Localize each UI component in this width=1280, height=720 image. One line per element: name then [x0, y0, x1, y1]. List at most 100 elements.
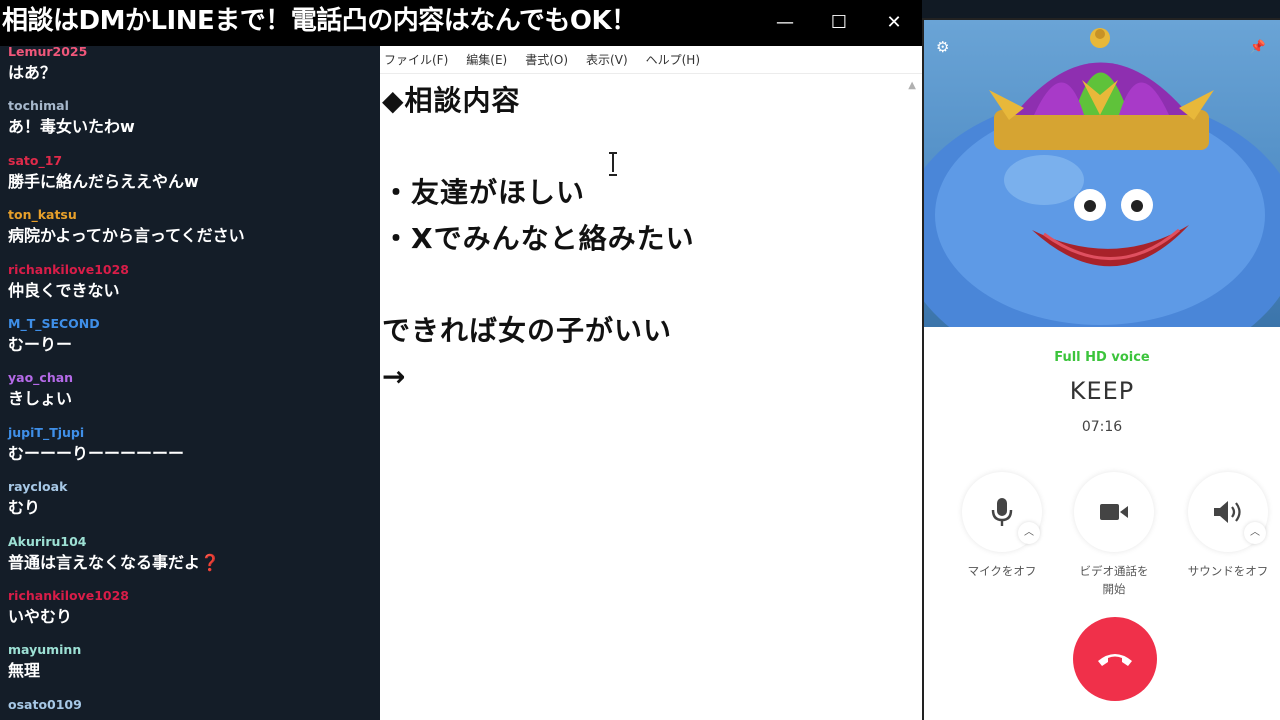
chat-message-list: Lemur2025 はあ？ tochimal あ！毒女いたわw sato_17 勝手に絡ん… — [0, 38, 380, 720]
contact-name: KEEP — [1069, 377, 1135, 405]
chat-text-body: あ！毒女いたわw — [8, 117, 135, 137]
title-bar: 相談はDMかLINEまで！電話凸の内容はなんでもOK！ — ☐ ✕ — [0, 0, 922, 46]
call-info: Full HD voice KEEP 07:16 — [924, 350, 1280, 435]
chat-text-body: 勝手に絡んだらええやんw — [8, 171, 199, 191]
chat-text-body: 仲良くできない — [8, 280, 120, 300]
doc-line-blank — [382, 124, 922, 170]
video-camera-icon — [1100, 504, 1128, 520]
menu-file[interactable]: ファイル(F) — [384, 51, 448, 68]
doc-line-arrow: → — [382, 360, 407, 393]
chat-text-body: むーーーりーーーーーー — [8, 443, 185, 463]
scroll-up-arrow-icon[interactable]: ▲ — [908, 80, 916, 91]
microphone-icon — [991, 498, 1013, 526]
pin-icon[interactable]: 📌 — [1250, 40, 1266, 55]
chevron-up-icon[interactable]: ︿ — [1244, 522, 1266, 544]
doc-line-item: ・友達がほしい — [382, 176, 586, 209]
mute-sound-label: サウンドをオフ — [1187, 564, 1269, 578]
chat-text-body: 無理 — [8, 661, 41, 681]
chat-text-body: 病院かよってから言ってください — [8, 226, 245, 246]
hd-voice-label: Full HD voice — [1054, 350, 1150, 365]
chat-text-body: はあ？ — [8, 63, 57, 82]
question-mark-icon: ❓ — [200, 552, 220, 572]
start-video-button[interactable] — [1074, 472, 1154, 552]
chat-message: sato_17 勝手に絡んだらええやんw — [0, 147, 380, 201]
menu-view[interactable]: 表示(V) — [586, 51, 628, 68]
chat-message: Lemur2025 はあ？ — [0, 38, 380, 92]
chat-message: yao_chan きしょい — [0, 364, 380, 418]
chat-text-body: むり — [8, 498, 41, 518]
chat-message: raycloak むり — [0, 473, 380, 527]
call-timer: 07:16 — [1081, 419, 1123, 435]
line-call-window: ⚙ 📌 Full HD voice KEEP 07:16 ︿ マイクをオフ ビデ… — [922, 18, 1280, 720]
chat-username[interactable]: yao_chan — [8, 364, 372, 386]
chat-text: むーりー — [8, 332, 372, 358]
close-button[interactable]: ✕ — [882, 14, 906, 32]
start-video-label: ビデオ通話を 開始 — [1079, 564, 1149, 596]
mute-sound-button[interactable]: ︿ — [1188, 472, 1268, 552]
menu-edit[interactable]: 編集(E) — [466, 51, 507, 68]
chat-text-body: いやむり — [8, 606, 73, 626]
mute-sound-control: ︿ サウンドをオフ — [1186, 472, 1270, 580]
chat-username[interactable]: richankilove1028 — [8, 582, 372, 604]
chat-username[interactable]: ton_katsu — [8, 201, 372, 223]
stream-screen: Lemur2025 はあ？ tochimal あ！毒女いたわw sato_17 勝手に絡ん… — [0, 0, 1280, 720]
chat-text-body: むーりー — [8, 334, 73, 354]
chat-text: きしょい — [8, 386, 372, 412]
chat-text: 勝手に絡んだらええやんw — [8, 169, 372, 195]
chat-text: むーーーりーーーーーー — [8, 441, 372, 467]
minimize-button[interactable]: — — [773, 14, 797, 32]
chat-message: mayuminn 無理 — [0, 636, 380, 690]
doc-line-blank — [382, 262, 922, 308]
chat-message: Akuriru104 普通は言えなくなる事だよ❓ — [0, 528, 380, 582]
stream-title: 相談はDMかLINEまで！電話凸の内容はなんでもOK！ — [2, 6, 637, 36]
chat-text: むり — [8, 495, 372, 521]
chat-panel: Lemur2025 はあ？ tochimal あ！毒女いたわw sato_17 勝手に絡ん… — [0, 38, 380, 720]
end-call-button[interactable] — [1073, 617, 1157, 701]
chat-username[interactable]: richankilove1028 — [8, 256, 372, 278]
chat-text: 仲良くできない — [8, 278, 372, 304]
doc-line-heading: ◆相談内容 — [382, 84, 521, 117]
menu-help[interactable]: ヘルプ(H) — [646, 51, 700, 68]
notepad-menubar: ファイル(F) 編集(E) 書式(O) 表示(V) ヘルプ(H) — [380, 46, 922, 74]
gear-icon[interactable]: ⚙ — [936, 38, 949, 56]
chat-text: いやむり — [8, 604, 372, 630]
chat-text: 普通は言えなくなる事だよ❓ — [8, 550, 372, 576]
chat-message: richankilove1028 いやむり — [0, 582, 380, 636]
chat-username[interactable]: jupiT_Tjupi — [8, 419, 372, 441]
mute-mic-button[interactable]: ︿ — [962, 472, 1042, 552]
chat-text: はあ？ — [8, 60, 372, 86]
text-cursor-icon — [609, 152, 617, 176]
chat-message: richankilove1028 仲良くできない — [0, 256, 380, 310]
chat-message: jupiT_Tjupi むーーーりーーーーーー — [0, 419, 380, 473]
slime-king-avatar-icon — [924, 28, 1280, 327]
start-video-control: ビデオ通話を 開始 — [1072, 472, 1156, 598]
notepad-text-area[interactable]: ◆相談内容 ・友達がほしい ・Xでみんなと絡みたい できれば女の子がいい → — [380, 74, 922, 400]
chat-username[interactable]: tochimal — [8, 92, 372, 114]
chat-username[interactable]: osato0109 — [8, 691, 372, 713]
hang-up-icon — [1098, 654, 1132, 666]
doc-line-note: できれば女の子がいい — [382, 314, 673, 347]
chat-username[interactable]: M_T_SECOND — [8, 310, 372, 332]
mute-mic-control: ︿ マイクをオフ — [960, 472, 1044, 580]
chat-message: osato0109 — [0, 691, 380, 720]
chat-username[interactable]: raycloak — [8, 473, 372, 495]
menu-format[interactable]: 書式(O) — [525, 51, 568, 68]
chat-text: 無理 — [8, 658, 372, 684]
chat-message: ton_katsu 病院かよってから言ってください — [0, 201, 380, 255]
contact-avatar: ⚙ 📌 — [924, 20, 1280, 327]
chat-text: 病院かよってから言ってください — [8, 223, 372, 249]
chat-message: tochimal あ！毒女いたわw — [0, 92, 380, 146]
speaker-icon — [1214, 501, 1241, 523]
chat-text: あ！毒女いたわw — [8, 114, 372, 140]
chat-message: M_T_SECOND むーりー — [0, 310, 380, 364]
chat-text-body: きしょい — [8, 389, 73, 409]
doc-line-item: ・Xでみんなと絡みたい — [382, 222, 695, 255]
chat-username[interactable]: Akuriru104 — [8, 528, 372, 550]
chat-text-body: 普通は言えなくなる事だよ — [8, 552, 201, 572]
chat-username[interactable]: mayuminn — [8, 636, 372, 658]
chat-username[interactable]: sato_17 — [8, 147, 372, 169]
maximize-button[interactable]: ☐ — [827, 14, 851, 32]
chevron-up-icon[interactable]: ︿ — [1018, 522, 1040, 544]
mute-mic-label: マイクをオフ — [967, 564, 1037, 578]
notepad-window: ファイル(F) 編集(E) 書式(O) 表示(V) ヘルプ(H) ◆相談内容 ・… — [380, 46, 922, 720]
